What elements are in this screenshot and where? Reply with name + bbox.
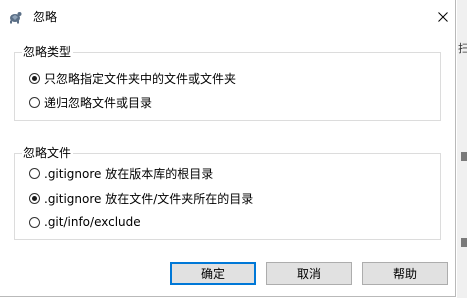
ok-button[interactable]: 确定 [170, 262, 256, 285]
radio-ignore-in-folder-indicator[interactable] [29, 72, 40, 84]
background-partial-glyph: 扫 [458, 42, 467, 55]
radio-ignore-recursive[interactable]: 递归忽略文件或目录 [29, 93, 152, 111]
cancel-button[interactable]: 取消 [266, 262, 352, 285]
radio-gitignore-root-label: .gitignore 放在版本库的根目录 [44, 166, 214, 181]
radio-gitignore-folder[interactable]: .gitignore 放在文件/文件夹所在的目录 [29, 189, 253, 207]
radio-git-info-exclude-indicator[interactable] [29, 216, 40, 228]
radio-ignore-in-folder[interactable]: 只忽略指定文件夹中的文件或文件夹 [29, 69, 236, 87]
background-scroll-mark [461, 152, 467, 161]
radio-git-info-exclude-label: .git/info/exclude [44, 215, 141, 229]
ignore-file-label: 忽略文件 [22, 146, 74, 160]
radio-ignore-recursive-indicator[interactable] [29, 96, 40, 108]
radio-ignore-in-folder-label: 只忽略指定文件夹中的文件或文件夹 [44, 71, 237, 86]
radio-gitignore-folder-label: .gitignore 放在文件/文件夹所在的目录 [44, 191, 254, 206]
radio-git-info-exclude[interactable]: .git/info/exclude [29, 213, 141, 231]
tortoise-app-icon [7, 9, 23, 25]
ignore-type-label: 忽略类型 [22, 45, 74, 59]
radio-gitignore-folder-indicator[interactable] [29, 192, 40, 204]
ignore-dialog: 忽略 忽略类型 只忽略指定文件夹中的文件或文件夹 递归忽略文件或目录 忽略文件 … [0, 0, 456, 297]
help-button[interactable]: 帮助 [362, 262, 448, 285]
radio-gitignore-root[interactable]: .gitignore 放在版本库的根目录 [29, 164, 213, 182]
radio-gitignore-root-indicator[interactable] [29, 167, 40, 179]
window-title: 忽略 [33, 10, 58, 24]
title-bar[interactable]: 忽略 [0, 0, 455, 34]
background-scroll-mark [461, 238, 467, 247]
radio-ignore-recursive-label: 递归忽略文件或目录 [44, 95, 153, 110]
close-icon [438, 12, 448, 22]
